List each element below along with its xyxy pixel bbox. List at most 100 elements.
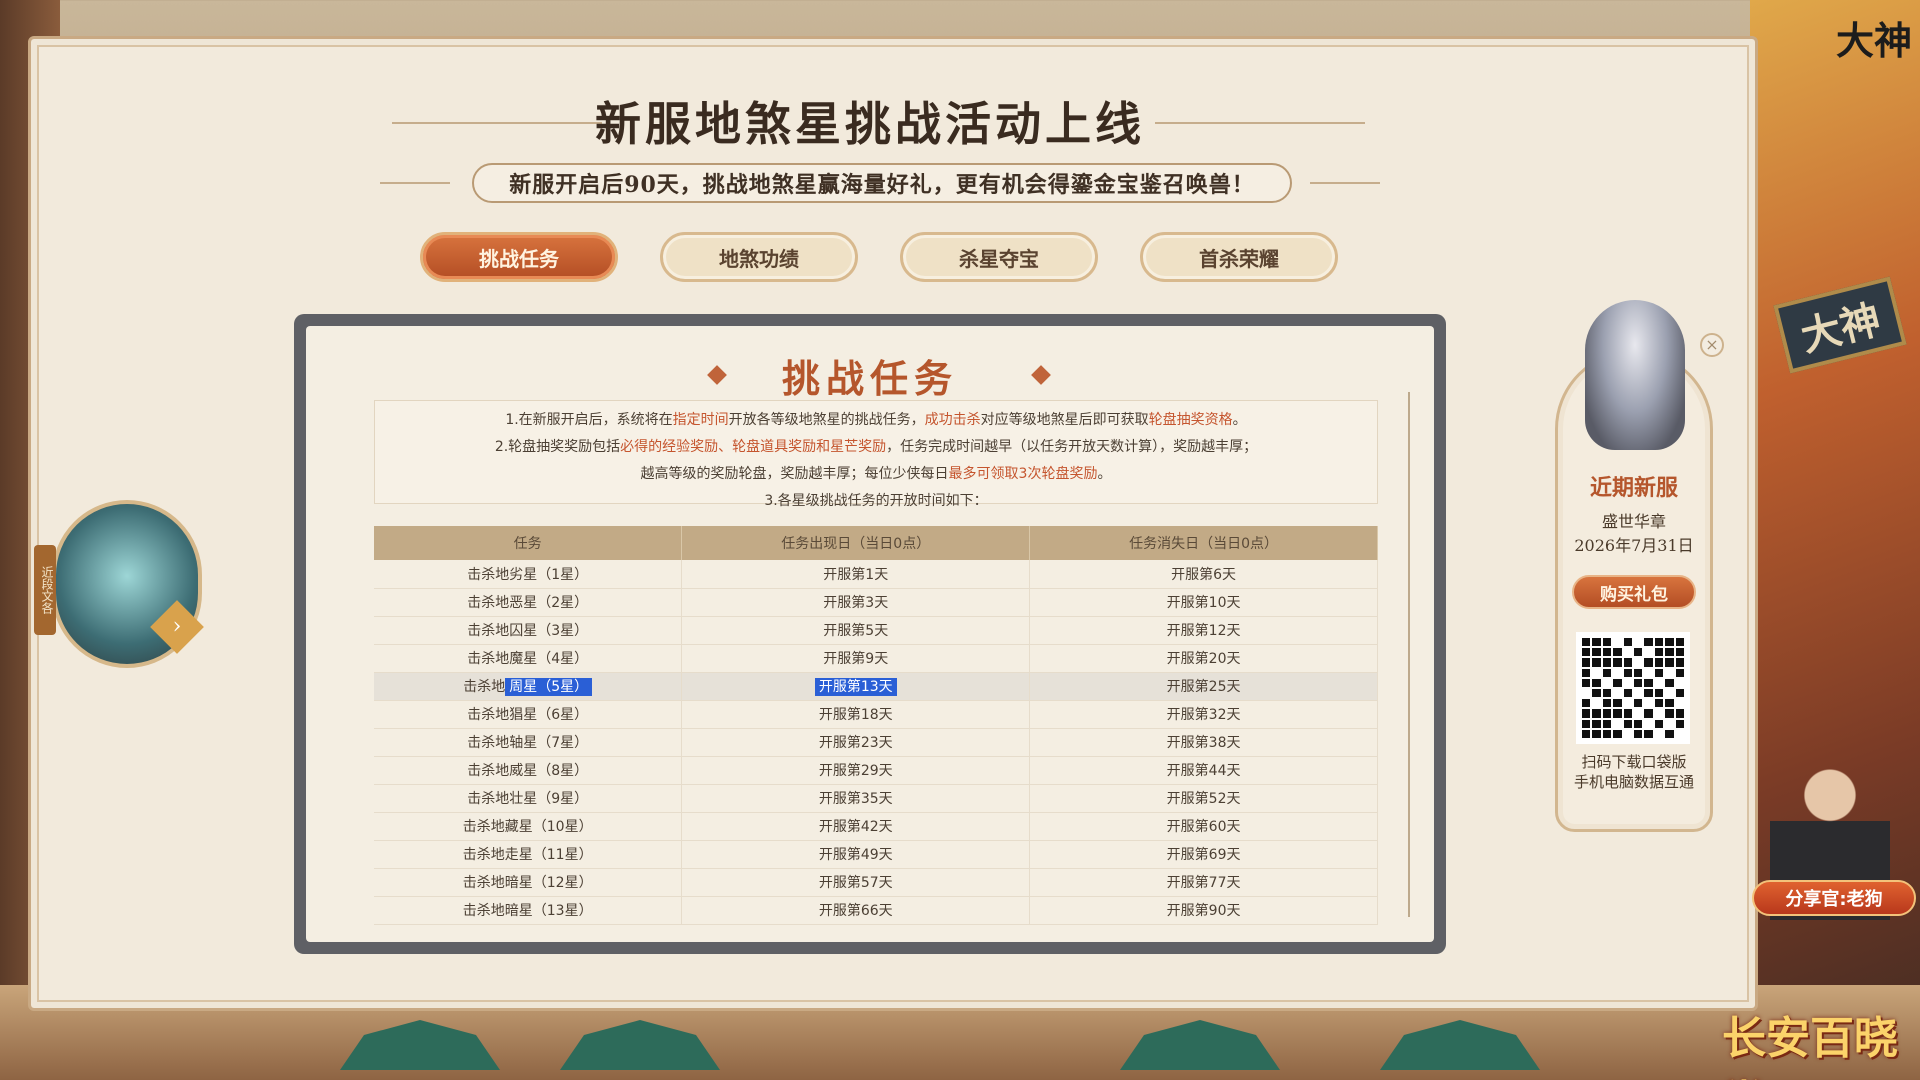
qr-module <box>1665 709 1674 718</box>
table-cell: 开服第69天 <box>1029 840 1378 869</box>
qr-module <box>1613 668 1622 677</box>
qr-module <box>1644 719 1653 728</box>
buy-gift-button[interactable]: 购买礼包 <box>1572 575 1696 609</box>
table-row[interactable]: 击杀地魔星（4星） 开服第9天 开服第20天 <box>374 644 1378 673</box>
qr-module <box>1644 658 1653 667</box>
rule-text: 越高等级的奖励轮盘，奖励越丰厚；每位少侠每日 <box>640 466 949 482</box>
qr-module <box>1613 678 1622 687</box>
qr-note-line-1: 扫码下载口袋版 <box>1581 753 1687 771</box>
qr-module <box>1623 729 1632 738</box>
table-row[interactable]: 击杀地走星（11星） 开服第49天 开服第69天 <box>374 840 1378 869</box>
content-frame: 挑战任务 1.在新服开启后，系统将在指定时间开放各等级地煞星的挑战任务，成功击杀… <box>294 314 1446 954</box>
qr-module <box>1582 668 1591 677</box>
table-cell: 开服第20天 <box>1029 644 1378 673</box>
brand-logo: 长安百晓堂 <box>1722 1013 1898 1080</box>
qr-module <box>1613 658 1622 667</box>
qr-module <box>1644 668 1653 677</box>
table-row[interactable]: 击杀地猖星（6星） 开服第18天 开服第32天 <box>374 700 1378 729</box>
qr-module <box>1582 719 1591 728</box>
scrollbar[interactable] <box>1408 392 1410 917</box>
qr-module <box>1654 668 1664 677</box>
qr-module <box>1654 638 1664 647</box>
roof-decoration <box>1120 1020 1280 1070</box>
tab-treasure[interactable]: 杀星夺宝 <box>900 232 1098 282</box>
subtitle-divider-left <box>380 182 450 184</box>
qr-module <box>1592 678 1601 687</box>
table-cell: 开服第57天 <box>681 868 1031 897</box>
rule-line-1: 1.在新服开启后，系统将在指定时间开放各等级地煞星的挑战任务，成功击杀对应等级地… <box>375 407 1377 434</box>
qr-module <box>1654 709 1664 718</box>
table-cell: 击杀地轴星（7星） <box>374 728 683 757</box>
qr-module <box>1613 638 1622 647</box>
table-row[interactable]: 击杀地 周星（5星） 开服第13天 开服第25天 <box>374 672 1378 701</box>
selected-text: 开服第13天 <box>814 678 897 696</box>
table-cell: 开服第38天 <box>1029 728 1378 757</box>
qr-module <box>1602 638 1612 647</box>
qr-module <box>1675 699 1684 708</box>
roof-decoration <box>560 1020 720 1070</box>
qr-module <box>1613 688 1622 698</box>
table-cell: 开服第52天 <box>1029 784 1378 813</box>
background-sign: 大神 <box>1773 276 1907 374</box>
cell-text: 击杀地 <box>463 679 506 695</box>
avatar-tag: 近段文各 <box>34 545 56 635</box>
qr-module <box>1644 678 1653 687</box>
table-cell: 击杀地藏星（10星） <box>374 812 683 841</box>
table-header-row: 任务 任务出现日（当日0点） 任务消失日（当日0点） <box>374 526 1378 560</box>
table-row[interactable]: 击杀地囚星（3星） 开服第5天 开服第12天 <box>374 616 1378 645</box>
qr-module <box>1602 688 1612 698</box>
table-cell: 开服第1天 <box>681 560 1031 589</box>
table-cell: 开服第35天 <box>681 784 1031 813</box>
table-row[interactable]: 击杀地藏星（10星） 开服第42天 开服第60天 <box>374 812 1378 841</box>
table-row[interactable]: 击杀地壮星（9星） 开服第35天 开服第52天 <box>374 784 1378 813</box>
server-name: 盛世华章 <box>1601 512 1666 531</box>
table-row[interactable]: 击杀地劣星（1星） 开服第1天 开服第6天 <box>374 560 1378 589</box>
rule-highlight: 最多可领取3次轮盘奖励 <box>948 466 1098 482</box>
close-icon[interactable]: × <box>1700 333 1724 357</box>
qr-module <box>1644 729 1653 738</box>
tab-first-kill[interactable]: 首杀荣耀 <box>1140 232 1338 282</box>
rule-text: 。 <box>1232 412 1247 428</box>
qr-module <box>1623 719 1632 728</box>
qr-module <box>1602 678 1612 687</box>
page-title: 新服地煞星挑战活动上线 <box>595 97 1145 151</box>
next-arrow-button[interactable]: › <box>150 600 204 654</box>
qr-module <box>1654 658 1664 667</box>
qr-module <box>1602 658 1612 667</box>
column-header: 任务出现日（当日0点） <box>681 526 1031 560</box>
qr-module <box>1675 658 1684 667</box>
table-cell: 开服第77天 <box>1029 868 1378 897</box>
table-cell: 开服第60天 <box>1029 812 1378 841</box>
qr-module <box>1654 729 1664 738</box>
schedule-table: 任务 任务出现日（当日0点） 任务消失日（当日0点） 击杀地劣星（1星） 开服第1… <box>374 526 1378 925</box>
qr-module <box>1675 688 1684 698</box>
qr-module <box>1592 709 1601 718</box>
qr-module <box>1633 678 1643 687</box>
qr-module <box>1633 709 1643 718</box>
qr-module <box>1613 719 1622 728</box>
table-row[interactable]: 击杀地恶星（2星） 开服第3天 开服第10天 <box>374 588 1378 617</box>
qr-module <box>1592 719 1601 728</box>
tab-bar: 挑战任务 地煞功绩 杀星夺宝 首杀荣耀 <box>420 232 1338 282</box>
qr-module <box>1613 709 1622 718</box>
tab-achievements[interactable]: 地煞功绩 <box>660 232 858 282</box>
qr-module <box>1654 648 1664 657</box>
qr-module <box>1592 688 1601 698</box>
table-cell: 击杀地恶星（2星） <box>374 588 683 617</box>
table-row[interactable]: 击杀地暗星（13星） 开服第66天 开服第90天 <box>374 896 1378 925</box>
tab-challenge-tasks[interactable]: 挑战任务 <box>420 232 618 282</box>
rule-highlight: 成功击杀 <box>924 412 981 428</box>
qr-module <box>1675 709 1684 718</box>
qr-module <box>1582 658 1591 667</box>
qr-module <box>1644 709 1653 718</box>
table-cell: 开服第66天 <box>681 896 1031 925</box>
qr-module <box>1592 668 1601 677</box>
table-row[interactable]: 击杀地威星（8星） 开服第29天 开服第44天 <box>374 756 1378 785</box>
qr-module <box>1665 668 1674 677</box>
table-row[interactable]: 击杀地轴星（7星） 开服第23天 开服第38天 <box>374 728 1378 757</box>
column-header: 任务 <box>374 526 683 560</box>
qr-module <box>1602 719 1612 728</box>
table-row[interactable]: 击杀地暗星（12星） 开服第57天 开服第77天 <box>374 868 1378 897</box>
qr-module <box>1613 699 1622 708</box>
page-subtitle: 新服开启后90天，挑战地煞星赢海量好礼，更有机会得鎏金宝鉴召唤兽！ <box>509 172 1255 198</box>
